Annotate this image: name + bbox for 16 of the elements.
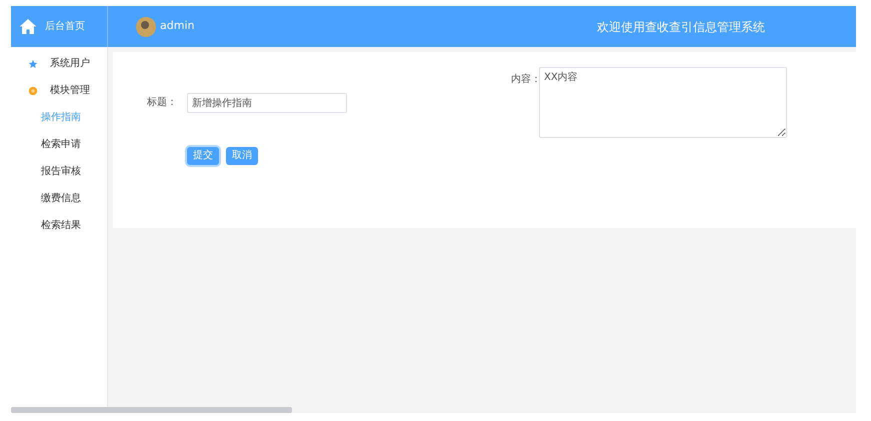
submenu-item[interactable]: 检索结果 [11,212,107,239]
sidebar-item[interactable]: 系统用户 [11,50,107,77]
avatar [136,16,156,36]
content-label: 内容： [511,72,535,87]
title-label: 标题： [146,96,177,110]
submenu-item[interactable]: 检索申请 [11,131,107,158]
home-icon[interactable] [19,18,37,35]
content-textarea[interactable]: XX内容 [539,67,787,138]
star-icon [28,58,38,68]
title-input[interactable]: 新增操作指南 [187,92,347,112]
gear-icon [28,86,38,96]
user-name: admin [160,18,194,34]
welcome-title: 欢迎使用查收查引信息管理系统 [597,18,765,36]
submenu-item[interactable]: 报告审核 [11,158,107,185]
submenu-item[interactable]: 缴费信息 [11,185,107,212]
sidebar-item[interactable]: 模块管理 [11,77,107,104]
